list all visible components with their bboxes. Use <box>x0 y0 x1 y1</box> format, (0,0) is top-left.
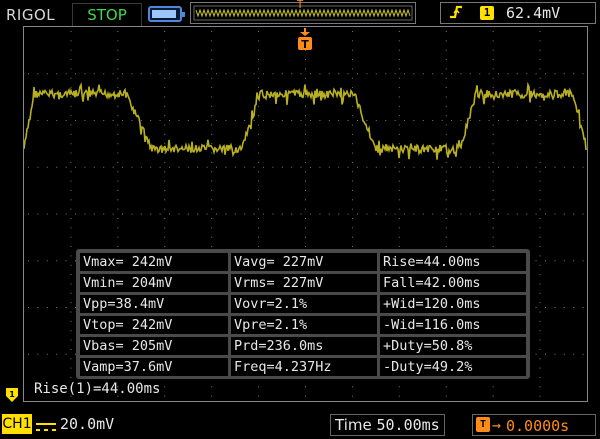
measurement-cell: +Wid=120.0ms <box>380 295 526 313</box>
measurement-row: Vbas= 205mV Prd=236.0ms +Duty=50.8% <box>80 337 526 355</box>
measurement-row: Vamp=37.6mV Freq=4.237Hz -Duty=49.2% <box>80 358 526 376</box>
right-arrow-icon: → <box>492 416 502 434</box>
time-label: Time <box>335 416 372 434</box>
measurement-cell: Prd=236.0ms <box>231 337 377 355</box>
timebase-value: 50.00ms <box>376 416 440 434</box>
measurement-table: Vmax= 242mV Vavg= 227mV Rise=44.00ms Vmin= … <box>76 249 530 379</box>
trigger-offset-value: 0.0000s <box>506 417 570 435</box>
measurement-cell: Vovr=2.1% <box>231 295 377 313</box>
trigger-source-badge: 1 <box>480 6 494 20</box>
battery-icon <box>148 6 185 22</box>
timeline-trigger-marker-icon: T <box>296 0 304 11</box>
measurement-cell: Vbas= 205mV <box>80 337 228 355</box>
measurement-cell: -Wid=116.0ms <box>380 316 526 334</box>
measurement-row: Vtop= 242mV Vpre=2.1% -Wid=116.0ms <box>80 316 526 334</box>
measurement-cell: -Duty=49.2% <box>380 358 526 376</box>
measurement-cell: +Duty=50.8% <box>380 337 526 355</box>
svg-text:T: T <box>301 38 309 51</box>
trigger-position-icon[interactable]: T <box>297 28 313 52</box>
measurement-cell: Fall=42.00ms <box>380 274 526 292</box>
brand-logo: RIGOL <box>6 6 56 24</box>
measurement-cell: Vpp=38.4mV <box>80 295 228 313</box>
measurement-cell: Vavg= 227mV <box>231 253 377 271</box>
cursor-measurement-readout: Rise(1)=44.00ms <box>34 381 161 397</box>
channel1-trace <box>23 81 587 160</box>
measurement-cell: Vtop= 242mV <box>80 316 228 334</box>
measurement-cell: Rise=44.00ms <box>380 253 526 271</box>
measurement-row: Vmax= 242mV Vavg= 227mV Rise=44.00ms <box>80 253 526 271</box>
measurement-cell: Vmin= 204mV <box>80 274 228 292</box>
rising-edge-icon <box>448 4 464 24</box>
measurement-cell: Vmax= 242mV <box>80 253 228 271</box>
timebase-panel[interactable]: Time 50.00ms <box>330 414 445 436</box>
measurement-cell: Vrms= 227mV <box>231 274 377 292</box>
run-stop-status[interactable]: STOP <box>72 3 142 27</box>
trigger-level-value: 62.4mV <box>506 4 561 22</box>
channel1-label[interactable]: CH1 <box>2 414 32 434</box>
measurement-row: Vpp=38.4mV Vovr=2.1% +Wid=120.0ms <box>80 295 526 313</box>
channel1-offset-marker-icon[interactable]: 1 <box>6 387 18 402</box>
measurement-row: Vmin= 204mV Vrms= 227mV Fall=42.00ms <box>80 274 526 292</box>
dc-coupling-icon <box>36 418 56 431</box>
measurement-cell: Freq=4.237Hz <box>231 358 377 376</box>
measurement-cell: Vamp=37.6mV <box>80 358 228 376</box>
svg-text:1: 1 <box>9 390 15 399</box>
trigger-offset-icon: T <box>476 417 490 432</box>
measurement-cell: Vpre=2.1% <box>231 316 377 334</box>
vertical-scale-value: 20.0mV <box>60 415 115 433</box>
